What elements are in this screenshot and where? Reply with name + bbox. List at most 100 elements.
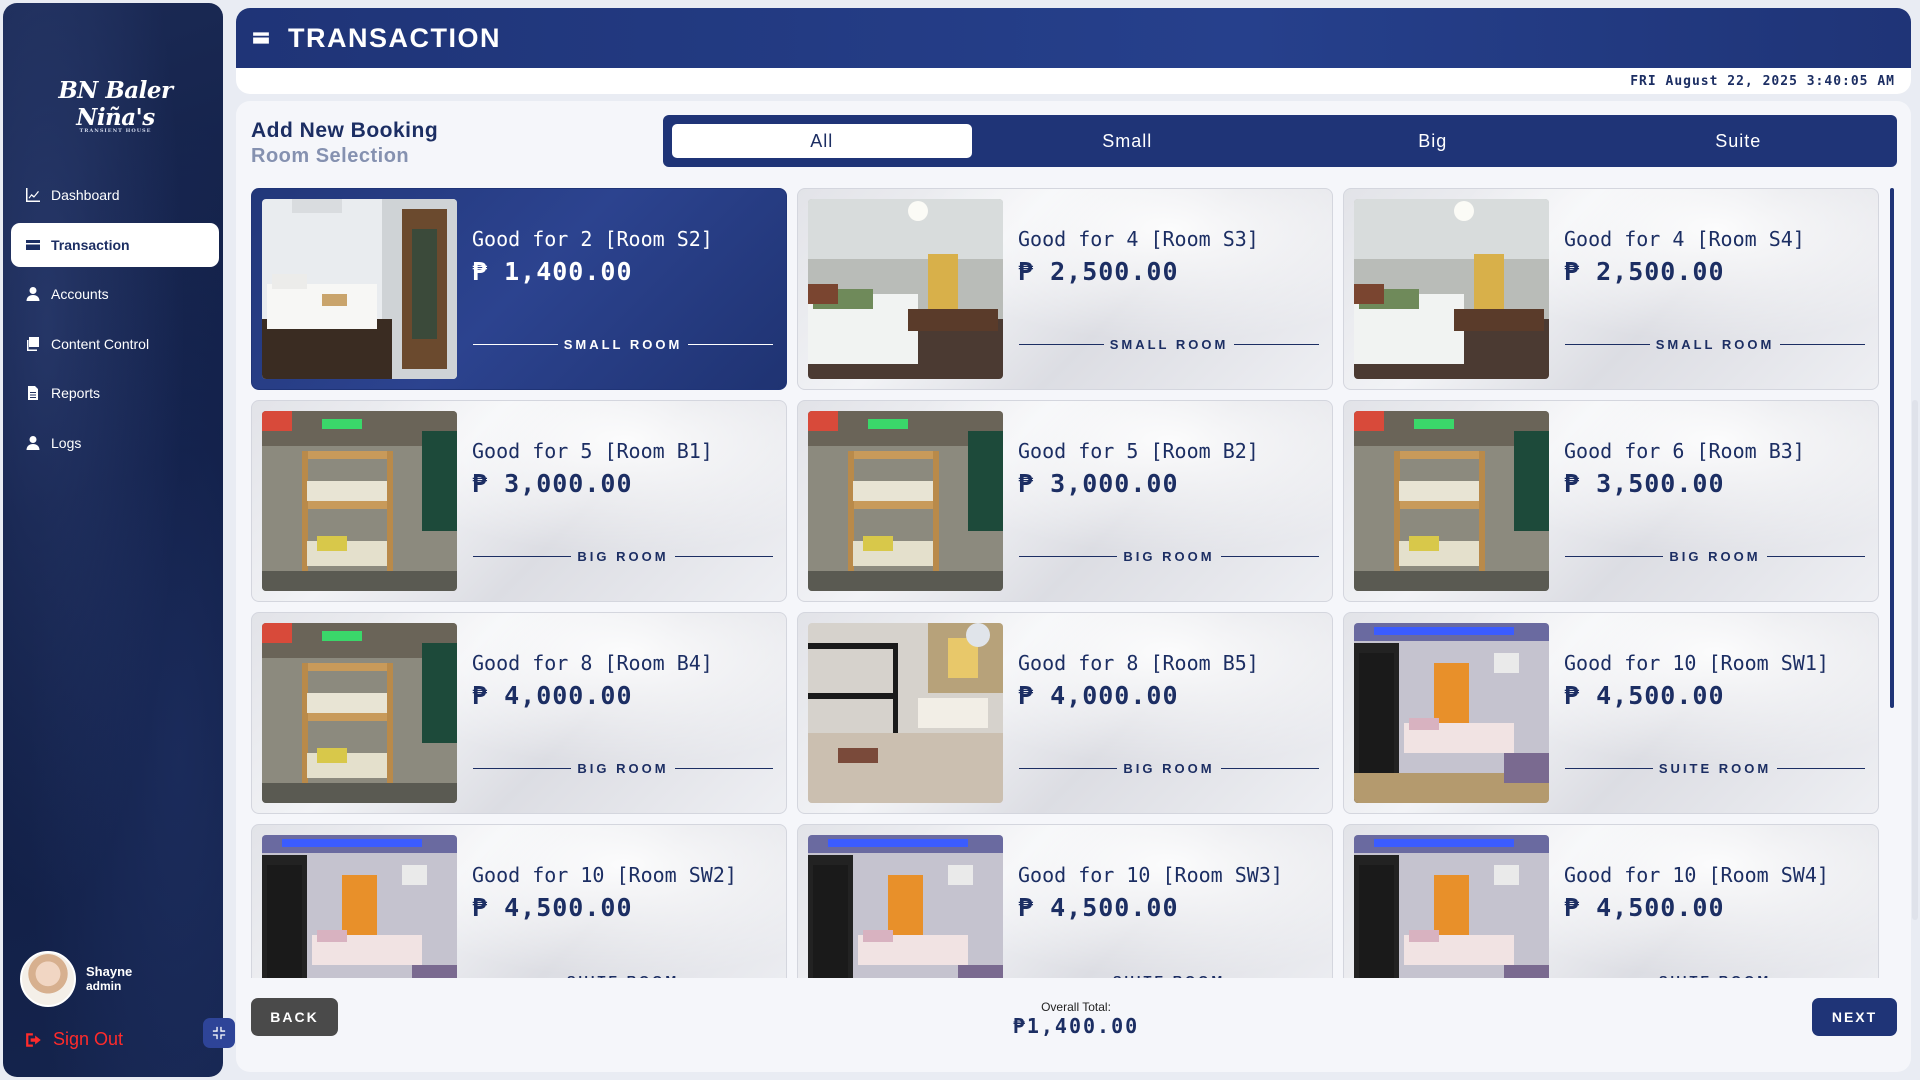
sign-out-button[interactable]: Sign Out (25, 1029, 123, 1050)
compress-icon (212, 1026, 226, 1040)
avatar (20, 951, 76, 1007)
room-card[interactable]: Good for 6 [Room B3] ₱ 3,500.00 BIG ROOM (1343, 400, 1879, 602)
user-role: admin (86, 979, 122, 993)
room-photo (808, 623, 1003, 803)
overall-total-label: Overall Total: (1041, 1000, 1111, 1014)
sidebar-item-content-control[interactable]: Content Control (11, 322, 219, 366)
room-photo (262, 623, 457, 803)
room-title: Good for 4 [Room S3] (1018, 227, 1259, 251)
room-price: ₱ 1,400.00 (472, 257, 633, 286)
tab-small[interactable]: Small (978, 124, 1278, 158)
room-type-label: BIG ROOM (1559, 549, 1871, 564)
room-title: Good for 5 [Room B1] (472, 439, 713, 463)
room-title: Good for 4 [Room S4] (1564, 227, 1805, 251)
room-card[interactable]: Good for 2 [Room S2] ₱ 1,400.00 SMALL RO… (251, 188, 787, 390)
sidebar-item-label: Accounts (51, 286, 109, 302)
section-heading: Add New Booking (251, 119, 439, 142)
back-button[interactable]: BACK (251, 998, 338, 1036)
room-price: ₱ 4,000.00 (1018, 681, 1179, 710)
room-type-label: SUITE ROOM (1013, 973, 1325, 978)
room-photo (808, 411, 1003, 591)
sidebar-item-dashboard[interactable]: Dashboard (11, 173, 219, 217)
room-photo (1354, 623, 1549, 803)
section-subheading: Room Selection (251, 145, 410, 167)
room-type-label: BIG ROOM (467, 761, 779, 776)
room-photo (808, 199, 1003, 379)
room-photo (262, 835, 457, 978)
room-card[interactable]: Good for 10 [Room SW2] ₱ 4,500.00 SUITE … (251, 824, 787, 978)
logo-subtext: TRANSIENT HOUSE (79, 128, 152, 134)
sign-out-label: Sign Out (53, 1029, 124, 1049)
logo-text: BN Baler Niña's (58, 77, 173, 131)
room-title: Good for 10 [Room SW2] (472, 863, 737, 887)
room-photo (262, 199, 457, 379)
next-button[interactable]: NEXT (1812, 998, 1897, 1036)
datetime-display: FRI August 22, 2025 3:40:05 AM (1630, 74, 1895, 89)
room-price: ₱ 4,000.00 (472, 681, 633, 710)
overall-total: Overall Total: ₱1,400.00 (976, 1000, 1176, 1038)
room-card[interactable]: Good for 8 [Room B5] ₱ 4,000.00 BIG ROOM (797, 612, 1333, 814)
room-type-label: SUITE ROOM (1559, 973, 1871, 978)
room-list[interactable]: Good for 2 [Room S2] ₱ 1,400.00 SMALL RO… (251, 188, 1896, 978)
room-filter-tabs: All Small Big Suite (663, 115, 1897, 167)
room-title: Good for 8 [Room B5] (1018, 651, 1259, 675)
sidebar-item-transaction[interactable]: Transaction (11, 222, 219, 267)
tab-big[interactable]: Big (1283, 124, 1583, 158)
booking-panel: Add New Booking Room Selection All Small… (236, 101, 1911, 1072)
tab-all[interactable]: All (672, 124, 972, 158)
room-price: ₱ 4,500.00 (1564, 893, 1725, 922)
room-card[interactable]: Good for 10 [Room SW4] ₱ 4,500.00 SUITE … (1343, 824, 1879, 978)
sidebar-item-label: Dashboard (51, 187, 120, 203)
brand-logo: BN Baler Niña's TRANSIENT HOUSE (33, 77, 198, 134)
sidebar-item-logs[interactable]: Logs (11, 421, 219, 465)
credit-card-icon (26, 239, 40, 250)
sidebar-item-label: Reports (51, 385, 101, 401)
room-photo (262, 411, 457, 591)
room-card[interactable]: Good for 10 [Room SW3] ₱ 4,500.00 SUITE … (797, 824, 1333, 978)
page-scrollbar[interactable] (1912, 400, 1918, 920)
room-type-label: SUITE ROOM (1559, 761, 1871, 776)
copy-icon (27, 336, 39, 351)
room-card[interactable]: Good for 5 [Room B2] ₱ 3,000.00 BIG ROOM (797, 400, 1333, 602)
room-type-label: BIG ROOM (1013, 761, 1325, 776)
collapse-sidebar-button[interactable] (203, 1018, 235, 1048)
room-title: Good for 5 [Room B2] (1018, 439, 1259, 463)
room-price: ₱ 2,500.00 (1564, 257, 1725, 286)
room-photo (1354, 199, 1549, 379)
credit-card-icon (253, 32, 269, 44)
file-icon (28, 386, 38, 400)
room-title: Good for 2 [Room S2] (472, 227, 713, 251)
room-title: Good for 10 [Room SW4] (1564, 863, 1829, 887)
sidebar-item-reports[interactable]: Reports (11, 371, 219, 415)
sidebar-item-label: Transaction (51, 236, 130, 253)
room-card[interactable]: Good for 5 [Room B1] ₱ 3,000.00 BIG ROOM (251, 400, 787, 602)
room-price: ₱ 4,500.00 (1564, 681, 1725, 710)
room-type-label: SMALL ROOM (1559, 337, 1871, 352)
chart-line-icon (26, 188, 40, 202)
user-icon (26, 287, 40, 301)
room-price: ₱ 2,500.00 (1018, 257, 1179, 286)
room-card[interactable]: Good for 8 [Room B4] ₱ 4,000.00 BIG ROOM (251, 612, 787, 814)
sign-out-icon (26, 1032, 41, 1047)
sidebar-nav: Dashboard Transaction Accounts Content C… (11, 173, 219, 470)
room-price: ₱ 3,500.00 (1564, 469, 1725, 498)
room-card[interactable]: Good for 4 [Room S3] ₱ 2,500.00 SMALL RO… (797, 188, 1333, 390)
page-title: TRANSACTION (288, 22, 501, 53)
room-type-label: SMALL ROOM (1013, 337, 1325, 352)
room-title: Good for 10 [Room SW1] (1564, 651, 1829, 675)
room-price: ₱ 3,000.00 (472, 469, 633, 498)
tab-suite[interactable]: Suite (1589, 124, 1889, 158)
room-card[interactable]: Good for 10 [Room SW1] ₱ 4,500.00 SUITE … (1343, 612, 1879, 814)
user-profile: Shayne admin (20, 951, 132, 1007)
sidebar-item-label: Logs (51, 434, 82, 451)
room-title: Good for 8 [Room B4] (472, 651, 713, 675)
room-title: Good for 10 [Room SW3] (1018, 863, 1283, 887)
room-type-label: BIG ROOM (1013, 549, 1325, 564)
room-card[interactable]: Good for 4 [Room S4] ₱ 2,500.00 SMALL RO… (1343, 188, 1879, 390)
sidebar-item-accounts[interactable]: Accounts (11, 272, 219, 316)
user-name: Shayne (86, 964, 133, 979)
sidebar: BN Baler Niña's TRANSIENT HOUSE Dashboar… (3, 3, 235, 1077)
room-list-scrollbar[interactable] (1890, 188, 1894, 708)
room-price: ₱ 4,500.00 (1018, 893, 1179, 922)
room-type-label: SUITE ROOM (467, 973, 779, 978)
